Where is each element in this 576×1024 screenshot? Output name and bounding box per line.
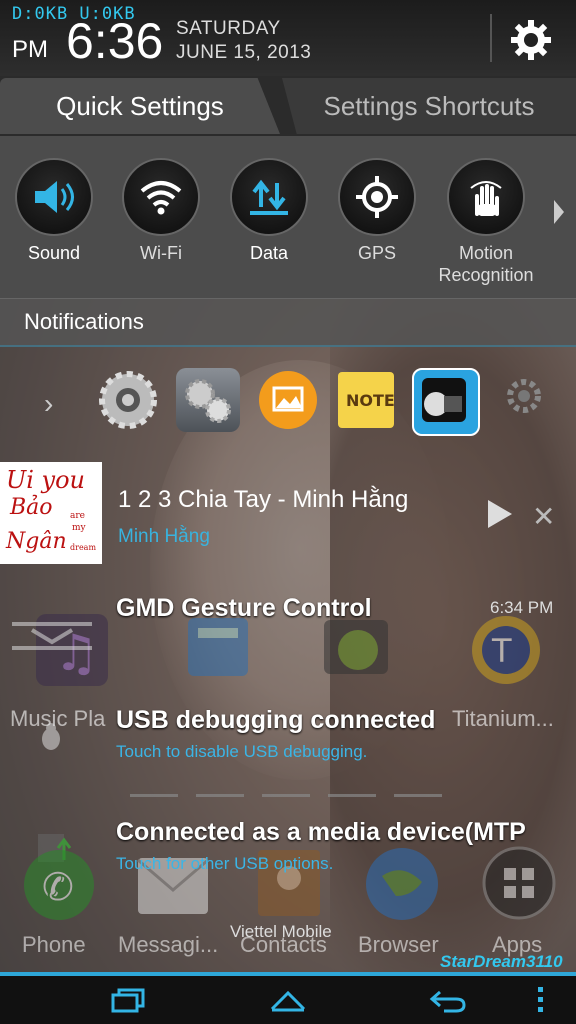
settings-tabs: Quick Settings Settings Shortcuts <box>0 76 576 136</box>
clock-time: 6:36 <box>66 13 164 69</box>
notifications-header: Notifications <box>0 298 576 347</box>
status-divider <box>490 14 492 62</box>
svg-text:Ui you: Ui you <box>6 466 85 494</box>
gear-icon <box>511 20 551 60</box>
gallery-icon[interactable] <box>256 368 320 432</box>
wifi-toggle-circle <box>122 158 200 236</box>
recent-apps-icon <box>111 988 145 1013</box>
usb-debug-title[interactable]: USB debugging connected <box>116 706 435 735</box>
mtp-notification-subtitle: Touch for other USB options. <box>116 854 334 873</box>
messaging-label: Messagi... <box>118 932 219 957</box>
flashlight-icon[interactable] <box>412 368 480 436</box>
speaker-icon <box>35 181 74 213</box>
overflow-menu-icon <box>538 987 543 1012</box>
sound-label: Sound <box>27 243 81 263</box>
motion-hand-icon <box>470 181 502 216</box>
more-settings-icon[interactable] <box>496 368 560 432</box>
bug-icon <box>36 722 66 757</box>
wifi-icon <box>140 181 182 215</box>
svg-text:NOTE: NOTE <box>346 391 395 410</box>
expand-icon <box>12 622 92 657</box>
settings-app-icon[interactable] <box>96 368 160 432</box>
svg-text:✆: ✆ <box>42 865 74 909</box>
scroll-right-arrow-icon[interactable] <box>554 200 564 224</box>
tab-quick-settings[interactable]: Quick Settings <box>0 78 280 134</box>
date-label: JUNE 15, 2013 <box>176 42 312 63</box>
motion-toggle-circle <box>447 158 525 236</box>
play-icon[interactable] <box>488 500 512 528</box>
wifi-label: Wi-Fi <box>140 243 182 263</box>
svg-text:my: my <box>72 523 87 533</box>
chevron-right-icon[interactable]: › <box>44 388 53 420</box>
apps-ghost-icon <box>482 846 556 925</box>
song-title: 1 2 3 Chia Tay - Minh Hằng <box>118 486 409 513</box>
file-manager-ghost-icon <box>184 612 254 687</box>
song-artist: Minh Hằng <box>118 526 210 547</box>
svg-text:T: T <box>491 632 512 670</box>
music-notification[interactable]: Ui you Bảo are my Ngân dream 1 2 3 Chia … <box>0 460 576 564</box>
phone-ghost-icon: ✆ <box>22 848 96 927</box>
browser-label: Browser <box>358 932 439 957</box>
toggle-sound[interactable]: Sound <box>0 158 108 264</box>
terminal-ghost-icon <box>322 612 392 687</box>
gmd-notification-time: 6:34 PM <box>490 598 554 617</box>
svg-text:Bảo: Bảo <box>9 494 53 520</box>
sound-toggle-circle <box>15 158 93 236</box>
close-icon[interactable]: ✕ <box>532 500 555 533</box>
page-indicator <box>130 794 450 797</box>
day-label: SATURDAY <box>176 18 281 39</box>
toggle-gps[interactable]: GPS <box>323 158 431 264</box>
data-label: Data <box>249 243 289 263</box>
browser-ghost-icon <box>364 846 440 927</box>
carrier-label: Viettel Mobile <box>230 922 332 941</box>
data-transfer-icon <box>250 179 288 215</box>
motion-label: Motion Recognition <box>438 243 534 285</box>
navigation-bar <box>0 976 576 1024</box>
quick-settings-panel: Sound Wi-Fi Data GPS Motion Recognition <box>0 136 576 298</box>
album-art: Ui you Bảo are my Ngân dream <box>0 462 102 564</box>
watermark: StarDream3110 <box>440 952 563 971</box>
back-icon <box>429 990 466 1013</box>
back-button[interactable] <box>424 984 472 1016</box>
titanium-ghost-icon: T <box>468 612 544 693</box>
gps-label: GPS <box>357 243 396 263</box>
mtp-notification-title[interactable]: Connected as a media device(MTP <box>116 818 526 847</box>
recent-apps-row: › NOTE <box>0 352 576 452</box>
ampm-label: PM <box>12 36 48 63</box>
gmd-notification-title[interactable]: GMD Gesture Control <box>116 594 372 623</box>
svg-text:dream: dream <box>70 543 96 552</box>
menu-button[interactable] <box>520 984 560 1016</box>
home-icon <box>270 990 306 1012</box>
settings-button[interactable] <box>505 14 557 66</box>
titanium-label: Titanium... <box>452 706 554 731</box>
system-settings-icon[interactable] <box>176 368 240 432</box>
status-bar: D:0KB U:0KB PM 6:36 SATURDAY JUNE 15, 20… <box>0 0 576 78</box>
home-button[interactable] <box>264 984 312 1016</box>
notifications-title: Notifications <box>24 309 144 334</box>
phone-label: Phone <box>22 932 86 957</box>
note-icon[interactable]: NOTE <box>334 368 398 432</box>
svg-text:Ngân: Ngân <box>5 529 67 554</box>
data-toggle-circle <box>230 158 308 236</box>
toggle-data[interactable]: Data <box>215 158 323 264</box>
usb-debug-subtitle: Touch to disable USB debugging. <box>116 742 368 761</box>
recent-apps-button[interactable] <box>104 984 152 1016</box>
toggle-wifi[interactable]: Wi-Fi <box>107 158 215 264</box>
gps-toggle-circle <box>338 158 416 236</box>
header-underline <box>0 345 576 347</box>
svg-text:are: are <box>70 511 85 521</box>
gps-icon <box>356 176 398 218</box>
tab-settings-shortcuts[interactable]: Settings Shortcuts <box>282 78 576 134</box>
toggle-motion[interactable]: Motion Recognition <box>432 158 540 286</box>
